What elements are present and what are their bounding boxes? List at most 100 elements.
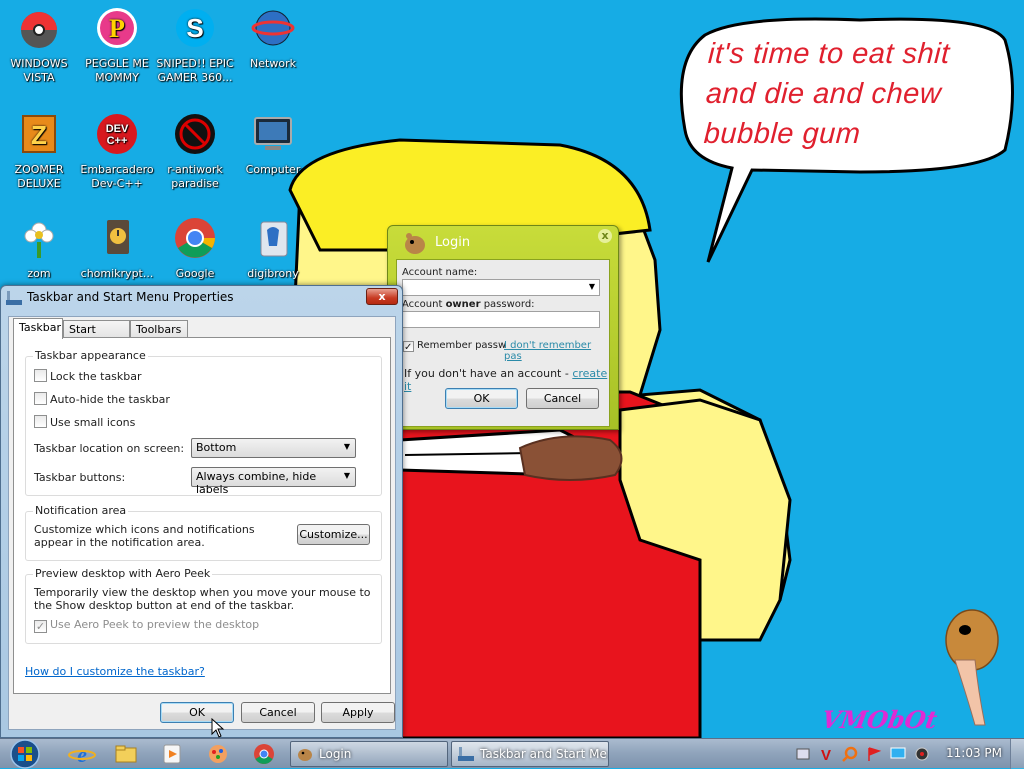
apply-button[interactable]: Apply: [321, 702, 395, 723]
password-label: Account owner password:: [402, 299, 535, 310]
group-title: Preview desktop with Aero Peek: [33, 567, 213, 580]
svg-text:S: S: [186, 13, 203, 43]
aero-peek-checkbox[interactable]: Use Aero Peek to preview the desktop: [34, 618, 259, 633]
pokeball-icon: [21, 12, 57, 48]
taskbar-task-login[interactable]: Login: [290, 741, 448, 767]
account-name-label: Account name:: [402, 267, 478, 278]
password-field[interactable]: [402, 311, 600, 328]
svg-text:DEV: DEV: [106, 123, 129, 135]
show-desktop-button[interactable]: [1010, 739, 1024, 769]
desktop-icon-peggle[interactable]: P PEGGLE ME MOMMY: [78, 6, 156, 85]
forgot-password-link[interactable]: I don't remember pas: [504, 340, 609, 362]
desktop-icon-network[interactable]: Network: [234, 6, 312, 71]
help-link[interactable]: How do I customize the taskbar?: [25, 665, 205, 678]
tray-search-icon[interactable]: [842, 746, 858, 762]
tray-monitor-icon[interactable]: [890, 746, 906, 762]
chrome-icon[interactable]: [248, 742, 280, 766]
peggle-icon: P: [97, 8, 137, 48]
close-button[interactable]: x: [366, 288, 398, 305]
hamster-app-icon: [298, 749, 312, 761]
buttons-select[interactable]: Always combine, hide labels ▼: [191, 467, 356, 496]
taskbar-tab-panel: Taskbar appearance Lock the taskbar Auto…: [13, 337, 391, 694]
autohide-checkbox[interactable]: Auto-hide the taskbar: [34, 392, 170, 406]
vmobot-watermark: VMObOt: [819, 705, 940, 734]
desktop-icon-google[interactable]: Google: [156, 216, 234, 281]
taskbar-properties-window: Taskbar and Start Menu Properties x Task…: [0, 285, 403, 738]
chevron-down-icon: ▼: [343, 471, 350, 480]
explorer-folder-icon[interactable]: [110, 742, 142, 766]
svg-text:V: V: [821, 747, 831, 762]
customize-button[interactable]: Customize...: [297, 524, 370, 545]
tab-toolbars[interactable]: Toolbars: [130, 320, 188, 338]
skype-icon: S: [176, 9, 214, 47]
desktop: it's time to eat shit and die and chew b…: [0, 0, 1024, 738]
clock-file-icon: [107, 220, 129, 254]
login-close-button[interactable]: x: [598, 229, 612, 243]
desktop-icon-chomikrypt[interactable]: chomikrypt...: [78, 216, 156, 281]
desktop-icon-zom[interactable]: zom: [0, 216, 78, 281]
login-title: Login: [435, 235, 471, 250]
network-globe-icon: [251, 10, 295, 46]
computer-icon: [254, 117, 292, 150]
checkbox-check-icon: [34, 620, 47, 633]
cancel-button[interactable]: Cancel: [241, 702, 315, 723]
antiwork-icon: [175, 114, 215, 154]
aero-peek-group: Preview desktop with Aero Peek Temporari…: [25, 567, 382, 644]
checkbox-check-icon: ✓: [403, 341, 414, 353]
desktop-icon-sniped[interactable]: S SNIPED!! EPIC GAMER 360...: [156, 6, 234, 85]
taskbar-task-properties[interactable]: Taskbar and Start Me...: [451, 741, 609, 767]
brown-object: [518, 435, 623, 481]
media-player-icon[interactable]: [156, 742, 188, 766]
start-button[interactable]: [6, 739, 44, 769]
taskbar-appearance-group: Taskbar appearance Lock the taskbar Auto…: [25, 349, 382, 496]
login-ok-button[interactable]: OK: [445, 388, 518, 409]
svg-text:e: e: [77, 742, 87, 766]
lock-taskbar-checkbox[interactable]: Lock the taskbar: [34, 369, 142, 383]
login-cancel-button[interactable]: Cancel: [526, 388, 599, 409]
svg-text:P: P: [109, 14, 125, 43]
account-name-combo[interactable]: ▼: [402, 279, 600, 296]
location-select[interactable]: Bottom ▼: [191, 438, 356, 458]
notification-description: Customize which icons and notifications …: [34, 523, 255, 549]
location-label: Taskbar location on screen:: [34, 442, 185, 455]
tray-flag-icon[interactable]: [866, 746, 882, 762]
group-title: Notification area: [33, 504, 129, 517]
desktop-icon-devcpp[interactable]: DEV C++ Embarcadero Dev-C++: [78, 112, 156, 191]
speech-bubble-text: it's time to eat shit and die and chew b…: [703, 38, 951, 150]
desktop-icon-digibrony[interactable]: digibrony: [234, 216, 312, 281]
tab-start-menu[interactable]: Start Menu: [63, 320, 130, 349]
hamster-app-icon: [405, 233, 425, 254]
small-icons-checkbox[interactable]: Use small icons: [34, 415, 135, 429]
desktop-icon-antiwork[interactable]: r-antiwork paradise: [156, 112, 234, 191]
group-title: Taskbar appearance: [33, 349, 148, 362]
chevron-down-icon: ▼: [588, 282, 595, 291]
taskbar-properties-icon: [6, 291, 22, 305]
mouse-cursor-icon: [211, 718, 225, 738]
remember-password-checkbox[interactable]: ✓ Remember passw: [403, 340, 506, 353]
desktop-icon-zoomer[interactable]: Z ZOOMER DELUXE: [0, 112, 78, 191]
system-clock[interactable]: 11:03 PM: [946, 746, 1002, 760]
paint-app-icon[interactable]: [202, 742, 234, 766]
window-title: Taskbar and Start Menu Properties: [27, 290, 234, 304]
tray-network-icon[interactable]: [795, 746, 811, 762]
aero-peek-description: Temporarily view the desktop when you mo…: [34, 586, 371, 612]
chevron-down-icon: ▼: [343, 442, 350, 451]
zuma-icon: Z: [22, 115, 56, 153]
login-dialog: Login x Account name: ▼ Account owner pa…: [387, 225, 619, 430]
login-body: Account name: ▼ Account owner password: …: [396, 259, 610, 427]
taskbar: e Login Taskbar and Start Me... V 11:03 …: [0, 738, 1024, 769]
internet-explorer-icon[interactable]: e: [66, 742, 98, 766]
tray-volume-icon[interactable]: [914, 746, 930, 762]
desktop-icon-windows-vista[interactable]: WINDOWS VISTA: [0, 6, 78, 85]
chrome-icon: [175, 218, 215, 258]
devcpp-icon: DEVC++: [97, 114, 137, 154]
desktop-icon-computer[interactable]: Computer: [234, 112, 312, 177]
svg-text:Z: Z: [31, 120, 47, 150]
buttons-label: Taskbar buttons:: [34, 471, 126, 484]
notification-area-group: Notification area Customize which icons …: [25, 504, 382, 561]
flower-icon: [24, 222, 54, 258]
taskbar-properties-icon: [458, 747, 474, 761]
window-body: Taskbar Start Menu Toolbars Taskbar appe…: [8, 316, 396, 730]
tray-v-icon[interactable]: V: [818, 746, 834, 762]
tab-taskbar[interactable]: Taskbar: [13, 318, 63, 339]
